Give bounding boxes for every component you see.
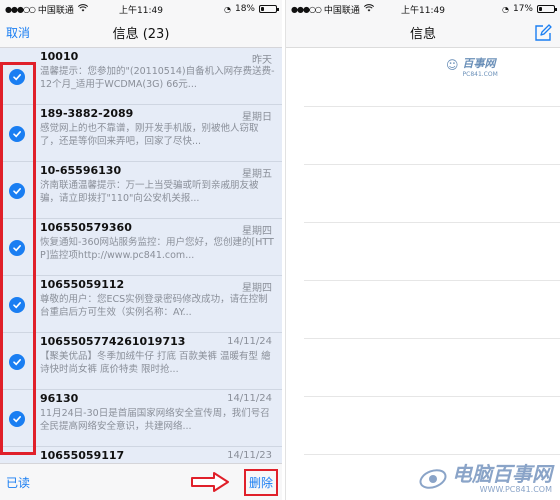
carrier-label: 中国联通 <box>37 5 74 16</box>
clock: 上午11:49 <box>401 5 445 16</box>
screenshot-root: ●●●○○ 中国联通 上午11:49 ◔ 18% 取消 信息 (23) 1001… <box>0 0 560 500</box>
alarm-icon: ◔ <box>224 4 231 14</box>
message-date: 14/11/24 <box>227 393 272 404</box>
status-bar: ●●●○○ 中国联通 上午11:49 ◔ 18% <box>0 0 282 18</box>
message-sender: 10655059112 <box>40 278 125 291</box>
list-item[interactable]: 106550579360 星期四 恢复通知-360网站服务监控：用户您好，您创建… <box>0 219 282 276</box>
empty-message-list <box>304 49 560 455</box>
message-preview: 温馨提示：您参加的"(20110514)自备机入网存费送费-12个月_适用于WC… <box>40 66 275 90</box>
checkmark-icon[interactable] <box>9 354 25 370</box>
signal-icon: ●●●○○ <box>5 4 36 14</box>
message-list[interactable]: 10010 昨天 温馨提示：您参加的"(20110514)自备机入网存费送费-1… <box>0 48 282 463</box>
message-sender: 10010 <box>40 50 79 63</box>
battery-icon <box>537 5 557 13</box>
message-date: 14/11/24 <box>227 336 272 347</box>
wifi-icon <box>363 3 374 15</box>
carrier-label: 中国联通 <box>323 5 360 16</box>
list-item[interactable]: 10-65596130 星期五 济南联通温馨提示：万一上当受骗或听到亲戚朋友被骗… <box>0 162 282 219</box>
status-bar: ●●●○○ 中国联通 上午11:49 ◔ 17% <box>286 0 560 18</box>
message-sender: 10655059117 <box>40 449 125 462</box>
watermark-url: PC841.COM <box>462 71 498 78</box>
list-item[interactable]: 10655059117 14/11/23 <box>0 447 282 463</box>
watermark-brand: 百事网 <box>462 57 496 70</box>
list-item[interactable]: 189-3882-2089 星期日 感觉网上的也不靠谱，刚开发手机版，别被他人窃… <box>0 105 282 162</box>
message-sender: 189-3882-2089 <box>40 107 134 120</box>
list-item[interactable]: 10010 昨天 温馨提示：您参加的"(20110514)自备机入网存费送费-1… <box>0 48 282 105</box>
list-item[interactable]: 96130 14/11/24 11月24日-30日是首届国家网络安全宣传周，我们… <box>0 390 282 447</box>
clock: 上午11:49 <box>119 5 163 16</box>
checkmark-icon[interactable] <box>9 126 25 142</box>
message-date: 星期四 <box>242 226 272 237</box>
messages-edit-screen: ●●●○○ 中国联通 上午11:49 ◔ 18% 取消 信息 (23) 1001… <box>0 0 282 500</box>
list-item[interactable]: 10655059112 星期四 尊敬的用户：您ECS实例登录密码修改成功，请在控… <box>0 276 282 333</box>
wifi-icon <box>77 3 88 15</box>
cancel-button[interactable]: 取消 <box>0 24 30 41</box>
page-title: 信息 <box>409 27 437 42</box>
message-preview: 【聚美优品】冬季加绒牛仔 打底 百款美裤 温暖有型 繪诗快时尚女裤 底价特卖 限… <box>40 351 271 375</box>
swirl-logo-icon <box>419 468 447 489</box>
mascot-icon: ☺ <box>446 58 459 72</box>
arrow-right-icon <box>191 472 229 492</box>
message-sender: 96130 <box>40 392 79 405</box>
signal-icon: ●●●○○ <box>291 4 322 14</box>
alarm-icon: ◔ <box>502 4 509 14</box>
message-sender: 10-65596130 <box>40 164 122 177</box>
checkmark-icon[interactable] <box>9 69 25 85</box>
checkmark-icon[interactable] <box>9 183 25 199</box>
checkmark-icon[interactable] <box>9 240 25 256</box>
messages-empty-screen: ●●●○○ 中国联通 上午11:49 ◔ 17% 信息 ☺ 百事网 PC841.… <box>285 0 560 500</box>
watermark-brand: 电脑百事网 <box>452 462 552 486</box>
message-date: 星期日 <box>242 112 272 123</box>
message-date: 星期五 <box>242 169 272 180</box>
watermark-logo-large: 电脑百事网 WWW.PC841.COM <box>418 463 552 494</box>
edit-toolbar: 已读 删除 <box>0 463 282 500</box>
list-item[interactable]: 1065505774261019713 14/11/24 【聚美优品】冬季加绒牛… <box>0 333 282 390</box>
message-sender: 106550579360 <box>40 221 132 234</box>
checkmark-icon[interactable] <box>9 411 25 427</box>
page-title: 信息 (23) <box>112 27 170 42</box>
message-preview: 济南联通温馨提示：万一上当受骗或听到亲戚朋友被骗，请立即拨打"110"向公安机关… <box>40 180 259 204</box>
nav-bar: 信息 <box>286 18 560 48</box>
message-date: 星期四 <box>242 283 272 294</box>
compose-icon[interactable] <box>534 24 552 42</box>
message-date: 昨天 <box>252 55 272 66</box>
watermark-logo: ☺ 百事网 PC841.COM <box>446 52 498 78</box>
message-preview: 11月24日-30日是首届国家网络安全宣传周，我们号召全民提高网络安全意识，共建… <box>40 408 270 432</box>
message-preview: 尊敬的用户：您ECS实例登录密码修改成功，请在控制台重启后方可生效（实例名称：A… <box>40 294 268 318</box>
message-date: 14/11/23 <box>227 450 272 461</box>
message-sender: 1065505774261019713 <box>40 335 186 348</box>
message-preview: 恢复通知-360网站服务监控：用户您好，您创建的[HTTP]监控项http://… <box>40 237 274 261</box>
checkmark-icon[interactable] <box>9 297 25 313</box>
delete-button[interactable]: 删除 <box>243 469 278 496</box>
mark-read-button[interactable]: 已读 <box>0 474 30 491</box>
battery-percent: 18% <box>234 4 255 14</box>
nav-bar: 取消 信息 (23) <box>0 18 282 48</box>
battery-icon <box>259 5 279 13</box>
watermark-url: WWW.PC841.COM <box>479 485 552 494</box>
battery-percent: 17% <box>512 4 533 14</box>
message-preview: 感觉网上的也不靠谱，刚开发手机版，别被他人窃取了，还是等你回来弄吧，回家了尽快.… <box>40 123 259 147</box>
